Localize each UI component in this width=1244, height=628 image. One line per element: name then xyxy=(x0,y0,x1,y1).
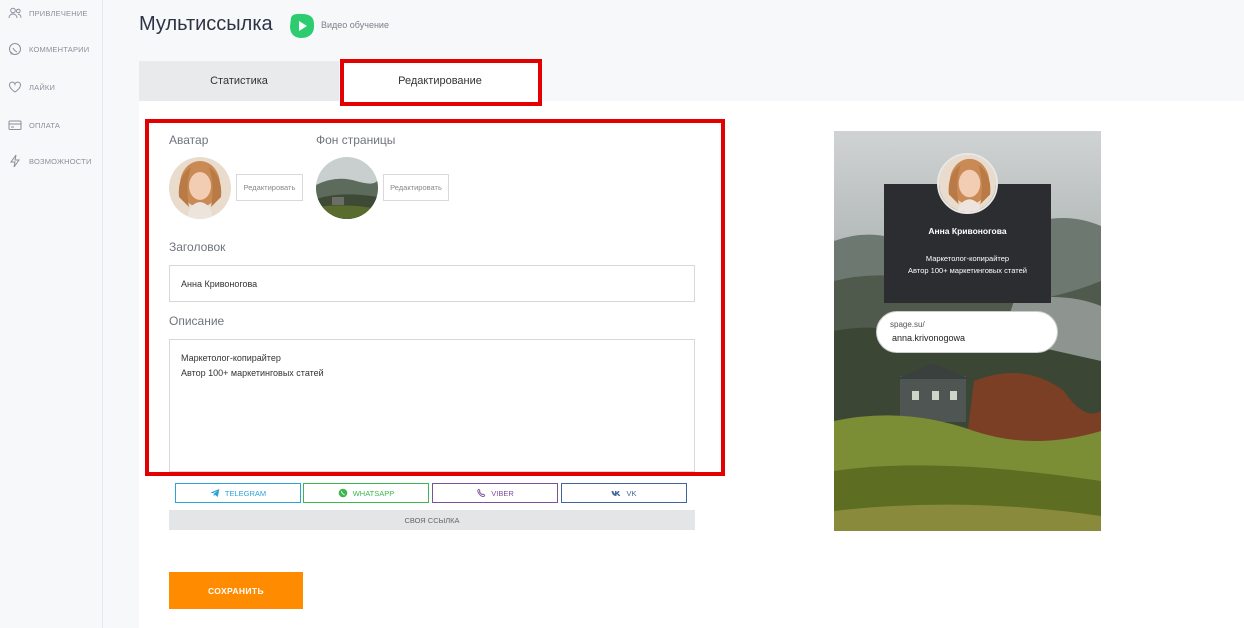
sidebar-item-attraction[interactable]: ПРИВЛЕЧЕНИЕ xyxy=(8,6,88,20)
sidebar-item-label: ОПЛАТА xyxy=(29,120,61,130)
sidebar-item-label: ЛАЙКИ xyxy=(29,82,56,92)
sidebar-item-label: ВОЗМОЖНОСТИ xyxy=(29,156,92,166)
viber-button[interactable]: VIBER xyxy=(432,483,558,503)
preview-description-line: Маркетолог-копирайтер xyxy=(925,254,1010,263)
telegram-button[interactable]: TELEGRAM xyxy=(175,483,301,503)
preview-description-line: Автор 100+ маркетинговых статей xyxy=(908,266,1027,275)
sidebar-item-features[interactable]: ВОЗМОЖНОСТИ xyxy=(8,154,92,168)
preview-name: Анна Кривоногова xyxy=(928,226,1007,236)
sidebar-item-likes[interactable]: ЛАЙКИ xyxy=(8,80,55,94)
vk-button[interactable]: VK xyxy=(561,483,687,503)
tab-editing[interactable]: Редактирование xyxy=(339,61,541,101)
background-thumbnail xyxy=(316,157,378,219)
sidebar: ПРИВЛЕЧЕНИЕ КОММЕНТАРИИ ЛАЙКИ ОПЛАТА ВОЗ… xyxy=(0,0,103,628)
description-label: Описание xyxy=(169,314,225,328)
title-label: Заголовок xyxy=(169,240,226,254)
description-line: Автор 100+ маркетинговых статей xyxy=(181,368,324,378)
page-preview: Анна Кривоногова Маркетолог-копирайтер А… xyxy=(834,131,1101,531)
preview-link-slug: anna.krivonogowa xyxy=(892,333,966,343)
users-icon xyxy=(8,7,22,19)
description-textarea[interactable]: Маркетолог-копирайтер Автор 100+ маркети… xyxy=(169,339,695,472)
video-tutorial-link[interactable]: Видео обучение xyxy=(321,20,389,30)
avatar-image xyxy=(169,157,231,219)
heart-icon xyxy=(8,81,22,93)
page-title: Мультиссылка xyxy=(139,13,273,35)
whatsapp-icon xyxy=(338,488,348,498)
save-button[interactable]: СОХРАНИТЬ xyxy=(169,572,303,609)
tab-statistics[interactable]: Статистика xyxy=(139,61,339,101)
vk-label: VK xyxy=(626,488,637,498)
edit-background-button[interactable]: Редактировать xyxy=(383,174,449,201)
chat-icon xyxy=(9,43,21,55)
telegram-label: TELEGRAM xyxy=(224,488,267,498)
avatar-label: Аватар xyxy=(169,133,209,147)
whatsapp-button[interactable]: WHATSAPP xyxy=(303,483,429,503)
telegram-icon xyxy=(210,489,220,497)
lightning-icon xyxy=(10,154,20,168)
tab-strip xyxy=(541,61,1244,101)
sidebar-item-label: ПРИВЛЕЧЕНИЕ xyxy=(29,8,88,18)
background-label: Фон страницы xyxy=(316,133,396,147)
preview-link-pill[interactable] xyxy=(876,311,1058,353)
viber-icon xyxy=(477,489,486,497)
sidebar-item-label: КОММЕНТАРИИ xyxy=(29,44,90,54)
edit-avatar-button[interactable]: Редактировать xyxy=(236,174,303,201)
own-link-button[interactable]: СВОЯ ССЫЛКА xyxy=(169,510,695,530)
sidebar-item-payment[interactable]: ОПЛАТА xyxy=(8,118,60,132)
vk-icon xyxy=(611,491,621,496)
viber-label: VIBER xyxy=(491,488,514,498)
play-icon[interactable] xyxy=(288,12,316,40)
sidebar-item-comments[interactable]: КОММЕНТАРИИ xyxy=(8,42,89,56)
description-line: Маркетолог-копирайтер xyxy=(181,353,281,363)
preview-avatar xyxy=(937,153,998,214)
title-input[interactable]: Анна Кривоногова xyxy=(169,265,695,302)
preview-description: Маркетолог-копирайтер Автор 100+ маркети… xyxy=(884,253,1051,277)
card-icon xyxy=(8,120,22,130)
preview-link-domain: spage.su/ xyxy=(890,320,925,329)
whatsapp-label: WHATSAPP xyxy=(352,488,395,498)
